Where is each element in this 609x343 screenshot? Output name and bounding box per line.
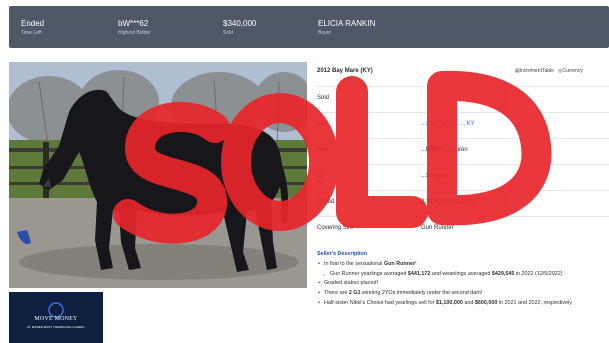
currency-link[interactable]: Currency <box>562 68 582 74</box>
detail-row-location: Loc ...ster Farm, L..., KY <box>317 112 609 137</box>
detail-value: 2:12:42 pm on 12/13 <box>421 199 477 205</box>
thumbnail-title: MOVE MONEY <box>34 316 78 322</box>
detail-key: Sold <box>317 95 330 101</box>
sold-price-label: Sold <box>223 30 234 36</box>
detail-key: Co <box>317 173 325 179</box>
detail-value: ...s, Agent <box>421 173 448 179</box>
detail-row-consignor: Co ...s, Agent <box>317 164 609 189</box>
list-item: Graded stakes placed! <box>317 279 609 289</box>
detail-key: Ended <box>317 199 335 205</box>
detail-row-sold: Sold <box>317 86 609 111</box>
auction-status-bar: Ended Time Left bW***62 Highest Bidder $… <box>9 6 609 48</box>
listing-title: 2012 Bay Mare (KY) <box>317 68 373 74</box>
time-left-stat: Ended Time Left <box>21 19 44 37</box>
sold-price-value: $340,000 <box>223 19 257 28</box>
thumbnail-subtitle: M. MIZZEN MAST / SPARKLING LAUREN <box>27 325 85 329</box>
buyer-value: ELICIA RANKIN <box>318 19 376 28</box>
list-item: There are 2 G1 winning 2YOs immediately … <box>317 289 609 299</box>
detail-row-ended: Ended 2:12:42 pm on 12/13 <box>317 190 609 215</box>
description-list: In foal to the sensational Gun Runner! G… <box>317 260 609 309</box>
location-link[interactable]: ...ster Farm, L..., KY <box>421 121 475 127</box>
buyer-stat: ELICIA RANKIN Buyer <box>318 19 375 37</box>
sold-price-stat: $340,000 Sold <box>223 19 256 37</box>
horse-image <box>9 62 307 288</box>
detail-key: Covering Sire <box>317 225 354 231</box>
list-item: Gun Runner yearlings averaged $441,172 a… <box>317 270 609 280</box>
detail-row-covering-sire: Covering Sire Gun Runner <box>317 216 609 241</box>
time-left-value: Ended <box>21 19 45 28</box>
detail-row-sire: Sire ...Mast / ...Lauren <box>317 138 609 163</box>
list-item: Half-sister Nikki's Choice had yearlings… <box>317 299 609 309</box>
seller-description: Seller's Description In foal to the sens… <box>317 250 609 309</box>
listing-links: ▤IncrementTable ◎Currency <box>515 68 583 74</box>
catalog-thumbnail[interactable]: MOVE MONEY M. MIZZEN MAST / SPARKLING LA… <box>9 292 103 343</box>
detail-value: Gun Runner <box>421 225 454 231</box>
detail-key: Sire <box>317 147 328 153</box>
horse-photo[interactable] <box>9 62 307 288</box>
highest-bidder-value: bW***62 <box>118 19 149 28</box>
buyer-label: Buyer <box>318 30 332 36</box>
list-item: In foal to the sensational Gun Runner! <box>317 260 609 270</box>
detail-key: Loc <box>317 121 327 127</box>
increment-table-link[interactable]: IncrementTable <box>520 68 554 74</box>
detail-value: ...Mast / ...Lauren <box>421 147 468 153</box>
highest-bidder-label: Highest Bidder <box>118 30 151 36</box>
highest-bidder-stat: bW***62 Highest Bidder <box>118 19 151 37</box>
seller-description-title: Seller's Description <box>317 251 368 257</box>
time-left-label: Time Left <box>21 30 42 36</box>
